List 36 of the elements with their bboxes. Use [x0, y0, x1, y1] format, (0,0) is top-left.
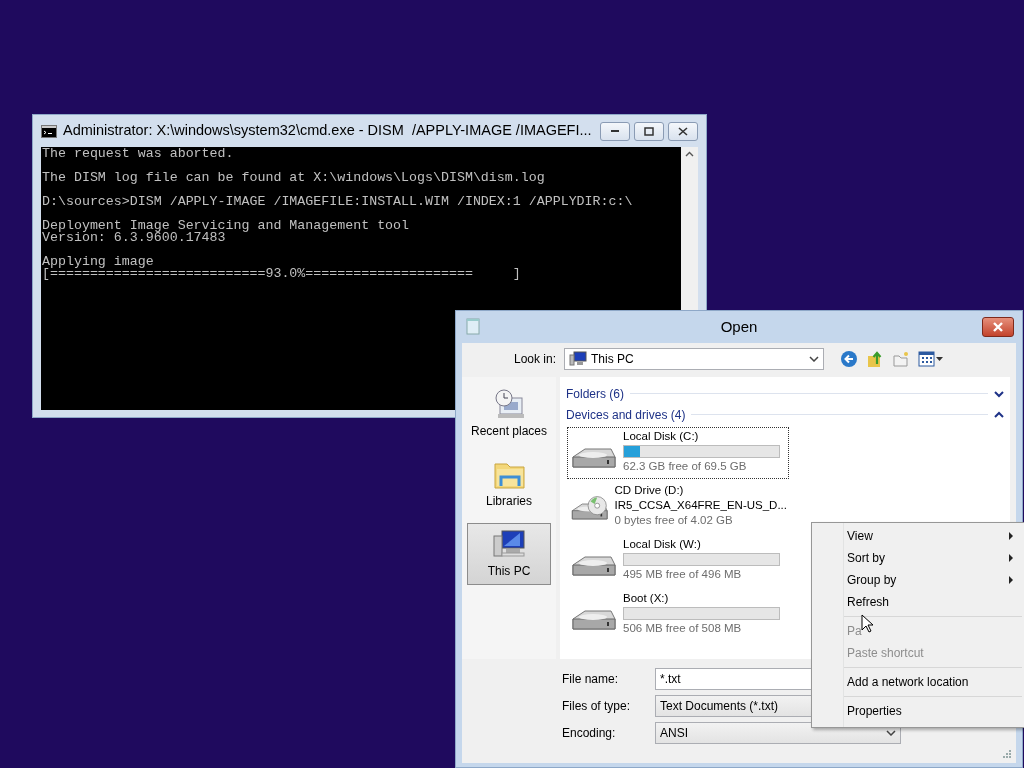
- field-label: File name:: [562, 670, 620, 688]
- free-space-text: 506 MB free of 508 MB: [623, 621, 743, 636]
- group-header[interactable]: Devices and drives (4): [566, 405, 686, 424]
- drive-tile[interactable]: Local Disk (W:) 495 MB free of 496 MB: [567, 535, 789, 587]
- drive-name: Local Disk (W:): [623, 537, 702, 552]
- field-label: Encoding:: [562, 724, 617, 742]
- console-line: Applying image: [42, 256, 154, 268]
- volume-label: IR5_CCSA_X64FRE_EN-US_D...: [614, 498, 787, 513]
- console-line: The DISM log file can be found at X:\windows\Logs\DISM\dism.log: [42, 172, 546, 184]
- window-title: Administrator: X:\windows\system32\cmd.exe - DISM /APPLY-IMAGE /IMAGEFI...: [63, 121, 592, 141]
- menu-item[interactable]: Sort by: [844, 547, 1022, 569]
- console-line: Version: 6.3.9600.17483: [42, 232, 226, 244]
- look-in-dropdown[interactable]: This PC: [564, 348, 825, 370]
- place-item[interactable]: This PC: [467, 523, 551, 585]
- dialog-title: Open: [720, 316, 758, 337]
- console-line: Deployment Image Servicing and Management tool: [42, 220, 411, 232]
- place-item[interactable]: Recent places: [467, 383, 551, 445]
- group-header[interactable]: Folders (6): [566, 384, 624, 403]
- field-label: Files of type:: [562, 697, 632, 715]
- console-line: [===========================93.0%===================== ]: [42, 268, 522, 280]
- drive-name: CD Drive (D:): [614, 483, 685, 498]
- console-line: D:\sources>DISM /APPLY-IMAGE /IMAGEFILE:INSTALL.WIM /INDEX:1 /APPLYDIR:c:\: [42, 196, 634, 208]
- drive-name: Local Disk (C:): [623, 429, 700, 444]
- console-line: The request was aborted.: [42, 148, 235, 160]
- free-space-text: 62.3 GB free of 69.5 GB: [623, 459, 748, 474]
- drive-tile[interactable]: CD Drive (D:) IR5_CCSA_X64FRE_EN-US_D... 0 bytes free of 4.02 GB: [567, 481, 789, 533]
- menu-item[interactable]: View: [844, 525, 1022, 547]
- menu-item[interactable]: Group by: [844, 569, 1022, 591]
- drive-name: Boot (X:): [623, 591, 670, 606]
- menu-item[interactable]: Refresh: [844, 591, 1022, 613]
- free-space-text: 495 MB free of 496 MB: [623, 567, 743, 582]
- drive-tile[interactable]: Local Disk (C:) 62.3 GB free of 69.5 GB: [567, 427, 789, 479]
- free-space-text: 0 bytes free of 4.02 GB: [614, 513, 734, 528]
- place-item[interactable]: Libraries: [467, 453, 551, 515]
- look-in-label: Look in:: [514, 351, 557, 368]
- drive-tile[interactable]: Boot (X:) 506 MB free of 508 MB: [567, 589, 789, 641]
